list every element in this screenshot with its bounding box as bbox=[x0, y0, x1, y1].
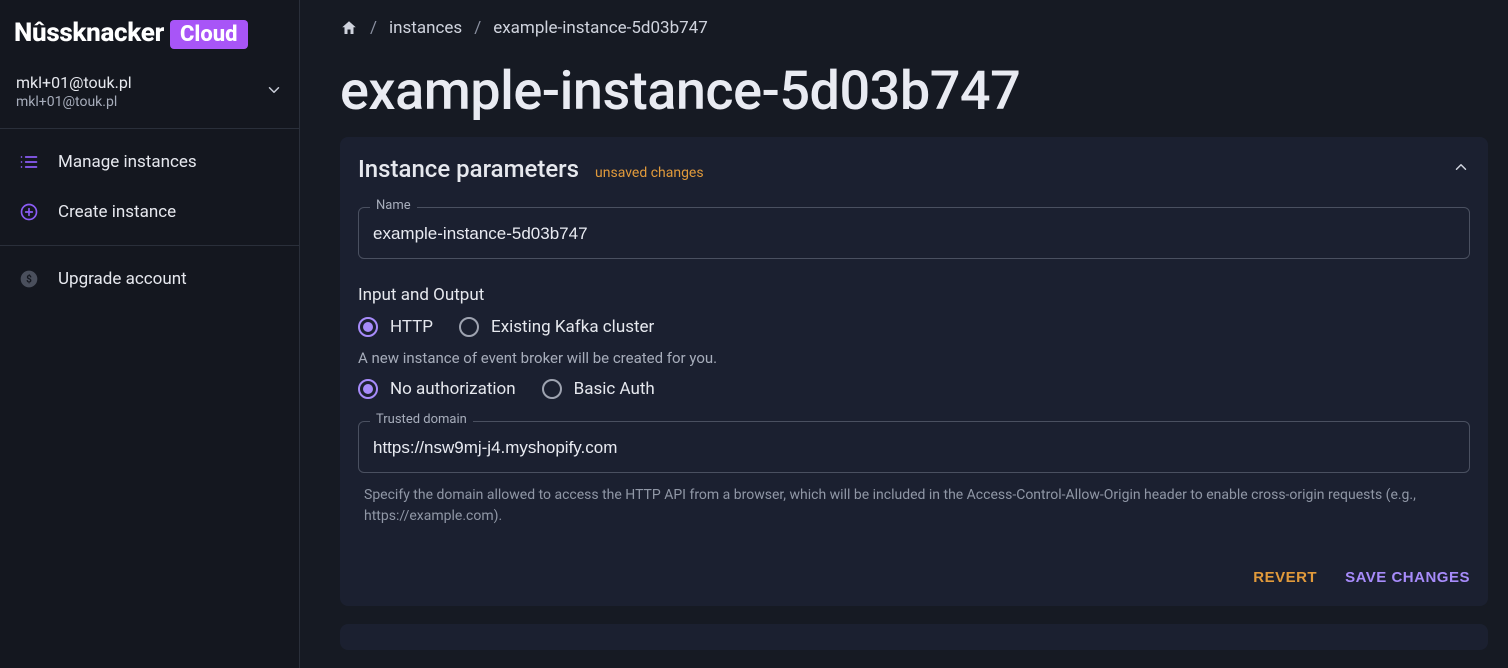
save-changes-button[interactable]: SAVE CHANGES bbox=[1345, 569, 1470, 586]
radio-indicator-icon bbox=[459, 317, 479, 337]
sidebar-item-upgrade-account[interactable]: $ Upgrade account bbox=[0, 254, 299, 304]
breadcrumb-instances[interactable]: instances bbox=[389, 18, 462, 38]
list-icon bbox=[18, 151, 40, 173]
radio-indicator-icon bbox=[542, 379, 562, 399]
instance-parameters-card: Instance parameters unsaved changes Name… bbox=[340, 137, 1488, 606]
sidebar-item-label: Create instance bbox=[58, 202, 176, 222]
revert-button[interactable]: REVERT bbox=[1253, 569, 1317, 586]
nav-primary: Manage instances Create instance bbox=[0, 129, 299, 245]
dollar-circle-icon: $ bbox=[18, 268, 40, 290]
account-name: mkl+01@touk.pl bbox=[16, 73, 132, 92]
app-root: Nûssknacker Cloud mkl+01@touk.pl mkl+01@… bbox=[0, 0, 1508, 668]
name-input[interactable] bbox=[358, 207, 1470, 259]
svg-text:$: $ bbox=[26, 272, 32, 285]
card-title: Instance parameters bbox=[358, 155, 579, 183]
breadcrumb: / instances / example-instance-5d03b747 bbox=[340, 18, 1488, 38]
nav-secondary: $ Upgrade account bbox=[0, 246, 299, 312]
radio-label: Existing Kafka cluster bbox=[491, 317, 654, 337]
breadcrumb-current: example-instance-5d03b747 bbox=[493, 18, 708, 38]
sidebar-item-label: Manage instances bbox=[58, 152, 197, 172]
sidebar-item-label: Upgrade account bbox=[58, 269, 187, 289]
radio-existing-kafka[interactable]: Existing Kafka cluster bbox=[459, 317, 654, 337]
radio-basic-auth[interactable]: Basic Auth bbox=[542, 379, 655, 399]
chevron-down-icon bbox=[265, 81, 283, 103]
account-info: mkl+01@touk.pl mkl+01@touk.pl bbox=[16, 73, 132, 110]
name-field: Name bbox=[358, 207, 1470, 259]
trusted-domain-help: Specify the domain allowed to access the… bbox=[358, 485, 1470, 527]
auth-radio-group: No authorization Basic Auth bbox=[358, 379, 1470, 399]
radio-indicator-icon bbox=[358, 317, 378, 337]
plus-circle-icon bbox=[18, 201, 40, 223]
sidebar: Nûssknacker Cloud mkl+01@touk.pl mkl+01@… bbox=[0, 0, 300, 668]
radio-label: Basic Auth bbox=[574, 379, 655, 399]
radio-no-authorization[interactable]: No authorization bbox=[358, 379, 516, 399]
breadcrumb-separator: / bbox=[474, 18, 481, 38]
card-header: Instance parameters unsaved changes bbox=[358, 155, 1470, 183]
radio-label: No authorization bbox=[390, 379, 516, 399]
logo[interactable]: Nûssknacker Cloud bbox=[0, 0, 299, 59]
io-section-label: Input and Output bbox=[358, 285, 1470, 305]
radio-label: HTTP bbox=[390, 317, 433, 337]
next-card-placeholder bbox=[340, 624, 1488, 650]
breadcrumb-separator: / bbox=[370, 18, 377, 38]
io-hint: A new instance of event broker will be c… bbox=[358, 349, 1470, 367]
main: / instances / example-instance-5d03b747 … bbox=[300, 0, 1508, 668]
account-switcher[interactable]: mkl+01@touk.pl mkl+01@touk.pl bbox=[0, 59, 299, 128]
trusted-domain-field: Trusted domain bbox=[358, 421, 1470, 473]
account-email: mkl+01@touk.pl bbox=[16, 94, 132, 110]
name-label: Name bbox=[370, 198, 417, 213]
logo-badge: Cloud bbox=[170, 20, 248, 49]
io-radio-group: HTTP Existing Kafka cluster bbox=[358, 317, 1470, 337]
content: / instances / example-instance-5d03b747 … bbox=[300, 0, 1508, 668]
logo-word: Nûssknacker bbox=[14, 18, 164, 48]
radio-http[interactable]: HTTP bbox=[358, 317, 433, 337]
radio-indicator-icon bbox=[358, 379, 378, 399]
page-title: example-instance-5d03b747 bbox=[340, 60, 1488, 123]
trusted-domain-label: Trusted domain bbox=[370, 412, 473, 427]
sidebar-item-create-instance[interactable]: Create instance bbox=[0, 187, 299, 237]
card-actions: REVERT SAVE CHANGES bbox=[358, 569, 1470, 586]
sidebar-item-manage-instances[interactable]: Manage instances bbox=[0, 137, 299, 187]
collapse-toggle[interactable] bbox=[1452, 158, 1470, 180]
trusted-domain-input[interactable] bbox=[358, 421, 1470, 473]
unsaved-changes-badge: unsaved changes bbox=[595, 165, 704, 181]
home-icon[interactable] bbox=[340, 19, 358, 37]
